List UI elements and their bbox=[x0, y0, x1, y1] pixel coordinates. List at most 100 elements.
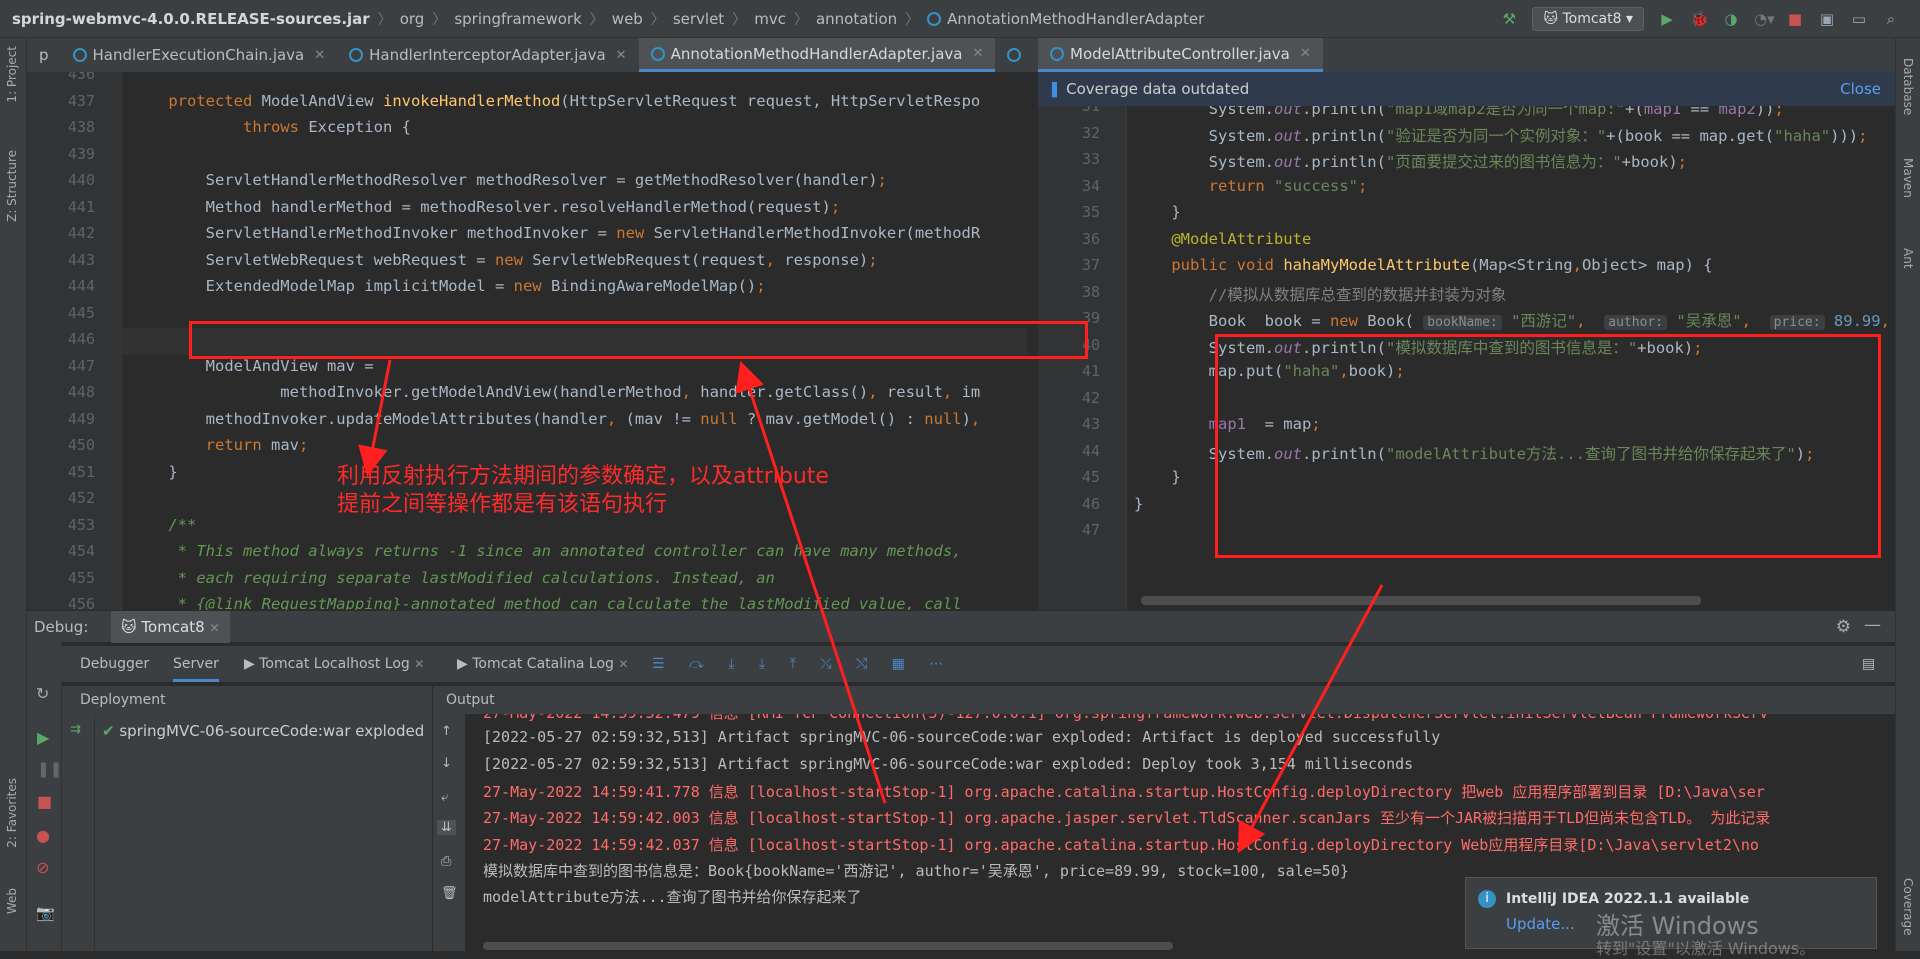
left-editor-tabs: p HandlerExecutionChain.java ✕ HandlerInt… bbox=[27, 38, 1038, 73]
web-tool-tab[interactable]: Web bbox=[5, 888, 19, 914]
run-configuration-select[interactable]: 🐱 Tomcat8 ▾ bbox=[1532, 7, 1644, 31]
close-icon[interactable]: ✕ bbox=[618, 657, 628, 671]
structure-tool-tab[interactable]: Z: Structure bbox=[5, 150, 19, 222]
class-icon bbox=[72, 48, 87, 62]
left-tool-strip: 1: Project Z: Structure 2: Favorites Web bbox=[0, 38, 27, 951]
line-number: 43 bbox=[1081, 415, 1100, 433]
search-icon[interactable]: ⌕ bbox=[1882, 10, 1900, 28]
breadcrumb-item[interactable]: springframework bbox=[454, 10, 581, 28]
clear-icon[interactable]: 🗑 bbox=[441, 886, 458, 901]
project-structure-icon[interactable]: ▣ bbox=[1818, 10, 1836, 28]
close-icon[interactable]: ✕ bbox=[972, 46, 983, 61]
scroll-to-end-icon[interactable]: ⇊ bbox=[437, 820, 456, 835]
run-icon[interactable]: ▶ bbox=[1658, 10, 1676, 28]
line-number: 456 bbox=[67, 595, 95, 610]
coverage-banner: ▌ Coverage data outdated Close bbox=[1038, 72, 1895, 106]
close-icon[interactable]: ✕ bbox=[209, 621, 219, 635]
stepping-toolbar[interactable]: ☰ ⤼ ⤓ ⤓ ⤒ ⤯ ⤭ ▦ ⋯ bbox=[652, 646, 953, 682]
close-icon[interactable]: ✕ bbox=[616, 48, 627, 63]
resume-icon[interactable]: ▶ bbox=[37, 728, 49, 747]
line-number: 444 bbox=[67, 277, 95, 295]
stop-icon[interactable]: ■ bbox=[1786, 10, 1804, 28]
build-hammer-icon[interactable]: ⚒ bbox=[1500, 10, 1518, 28]
layout-icon[interactable]: ▭ bbox=[1850, 10, 1868, 28]
minimize-icon[interactable]: — bbox=[1864, 615, 1881, 635]
right-hscroll-thumb[interactable] bbox=[1141, 596, 1701, 605]
right-editor-tabs: ModelAttributeController.java ✕ bbox=[1038, 38, 1895, 73]
notification-title: IntelliJ IDEA 2022.1.1 available bbox=[1506, 891, 1750, 907]
coverage-close-link[interactable]: Close bbox=[1840, 80, 1881, 98]
scroll-up-icon[interactable]: ↑ bbox=[441, 724, 452, 739]
view-breakpoints-icon[interactable]: ● bbox=[36, 826, 50, 845]
tab-label: Tomcat Localhost Log bbox=[259, 656, 410, 672]
line-number: 443 bbox=[67, 250, 95, 269]
coverage-icon[interactable]: ◑ bbox=[1722, 10, 1740, 28]
camera-icon[interactable]: 📷 bbox=[36, 904, 55, 922]
breadcrumb-item[interactable]: mvc bbox=[754, 10, 786, 28]
tab-handler-interceptor-adapter[interactable]: HandlerInterceptorAdapter.java ✕ bbox=[337, 38, 638, 72]
tab-model-attribute-controller[interactable]: ModelAttributeController.java ✕ bbox=[1038, 38, 1323, 72]
class-icon bbox=[927, 11, 942, 26]
settings-gear-icon[interactable]: ⚙ bbox=[1836, 617, 1851, 637]
line-number: 450 bbox=[67, 436, 95, 454]
code-line: throws Exception { bbox=[242, 118, 411, 136]
debug-tabs: Debugger Server ▶ Tomcat Localhost Log ✕… bbox=[27, 646, 1895, 682]
breadcrumb-separator: 〉 bbox=[650, 11, 665, 28]
stop-icon[interactable]: ■ bbox=[37, 792, 52, 811]
close-icon[interactable]: ✕ bbox=[1300, 46, 1311, 61]
favorites-tool-tab[interactable]: 2: Favorites bbox=[5, 778, 19, 848]
print-icon[interactable]: ⎙ bbox=[441, 854, 451, 869]
breadcrumb-separator: 〉 bbox=[432, 11, 447, 28]
windows-watermark-sub: 转到"设置"以激活 Windows。 bbox=[1596, 939, 1816, 958]
line-number: 453 bbox=[67, 515, 95, 534]
tab-label: ModelAttributeController.java bbox=[1070, 44, 1290, 63]
line-number: 44 bbox=[1081, 441, 1100, 460]
deployment-panel: Deployment ⇉ ✔ springMVC-06-sourceCode:w… bbox=[62, 686, 432, 951]
line-number: 35 bbox=[1081, 203, 1100, 221]
tab-tomcat-catalina-log[interactable]: ▶ Tomcat Catalina Log ✕ bbox=[457, 646, 628, 682]
line-number: 37 bbox=[1081, 256, 1100, 274]
line-number: 451 bbox=[67, 462, 95, 481]
breadcrumb-item[interactable]: web bbox=[612, 10, 643, 28]
close-icon[interactable]: ✕ bbox=[414, 657, 424, 671]
breadcrumb-item[interactable]: spring-webmvc-4.0.0.RELEASE-sources.jar bbox=[12, 10, 370, 28]
breadcrumb-item[interactable]: org bbox=[400, 10, 425, 28]
notification-update-link[interactable]: Update... bbox=[1506, 915, 1575, 933]
code-line: * {@link RequestMapping}-annotated metho… bbox=[131, 595, 962, 610]
tab-tomcat-localhost-log[interactable]: ▶ Tomcat Localhost Log ✕ bbox=[244, 646, 424, 682]
ant-tool-tab[interactable]: Ant bbox=[1901, 248, 1915, 269]
debug-session-tab[interactable]: 🐱 Tomcat8 ✕ bbox=[111, 611, 230, 643]
scroll-down-icon[interactable]: ↓ bbox=[441, 756, 452, 771]
tab-overflow[interactable] bbox=[995, 38, 1038, 72]
code-line: ExtendedModelMap implicitModel = new Bin… bbox=[131, 277, 766, 295]
pause-icon[interactable]: ❚❚ bbox=[37, 760, 62, 778]
breadcrumb-separator: 〉 bbox=[589, 11, 604, 28]
debug-icon[interactable]: 🐞 bbox=[1690, 10, 1709, 28]
soft-wrap-icon[interactable]: ⤶ bbox=[441, 790, 448, 805]
tab-annotation-method-handler-adapter[interactable]: AnnotationMethodHandlerAdapter.java ✕ bbox=[638, 38, 996, 72]
profile-icon[interactable]: ◔▾ bbox=[1754, 10, 1775, 28]
tab-handler-execution-chain[interactable]: HandlerExecutionChain.java ✕ bbox=[61, 38, 338, 72]
breadcrumb-item[interactable]: annotation bbox=[816, 10, 897, 28]
tab-server[interactable]: Server bbox=[173, 646, 219, 682]
code-line: /** bbox=[168, 515, 197, 534]
tab-project-truncated[interactable]: p bbox=[27, 38, 61, 72]
output-hscroll-thumb[interactable] bbox=[483, 942, 1173, 950]
database-tool-tab[interactable]: Database bbox=[1901, 58, 1915, 115]
breadcrumb-item[interactable]: AnnotationMethodHandlerAdapter bbox=[947, 10, 1204, 28]
project-tool-tab[interactable]: 1: Project bbox=[5, 46, 19, 103]
artifact-item[interactable]: ✔ springMVC-06-sourceCode:war exploded bbox=[102, 722, 424, 740]
code-line: ServletHandlerMethodResolver methodResol… bbox=[131, 171, 887, 189]
maven-tool-tab[interactable]: Maven bbox=[1901, 158, 1915, 198]
coverage-tool-tab[interactable]: Coverage bbox=[1901, 878, 1915, 936]
deploy-icon[interactable]: ⇉ bbox=[70, 722, 81, 737]
close-icon[interactable]: ✕ bbox=[314, 48, 325, 63]
refresh-icon[interactable]: ↻ bbox=[36, 684, 49, 703]
tab-debugger[interactable]: Debugger bbox=[80, 646, 149, 682]
layout-settings-icon[interactable]: ▤ bbox=[1862, 646, 1875, 682]
highlight-box-model-attribute bbox=[1215, 334, 1881, 558]
line-number: 436 bbox=[67, 72, 95, 83]
mute-breakpoints-icon[interactable]: ⊘ bbox=[36, 858, 49, 877]
breadcrumb-item[interactable]: servlet bbox=[673, 10, 724, 28]
line-number: 36 bbox=[1081, 229, 1100, 248]
